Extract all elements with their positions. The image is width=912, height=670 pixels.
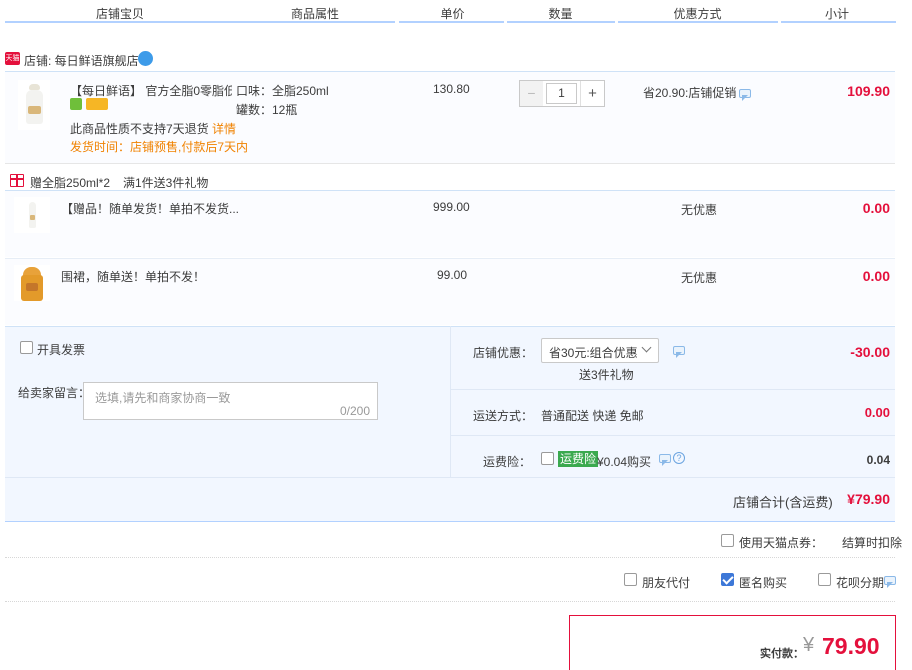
col-attributes: 商品属性 — [290, 7, 339, 21]
panel-divider — [451, 389, 895, 390]
shop-total-amount: ¥79.90 — [847, 491, 890, 507]
tmall-badge-icon: 天猫 — [5, 52, 20, 65]
row-divider — [5, 601, 895, 602]
shop-name[interactable]: 店铺: 每日鲜语旗舰店 — [24, 52, 139, 69]
insurance-value: ¥0.04购买 — [597, 455, 652, 469]
header-underline — [507, 21, 615, 23]
header-underline — [5, 21, 395, 23]
gift-item-1-title[interactable]: 【赠品！随单发货！单拍不发货... — [61, 200, 239, 217]
message-counter: 0/200 — [339, 404, 370, 418]
anonymous-checkbox[interactable] — [721, 573, 734, 586]
huabei-label: 花呗分期 — [836, 576, 885, 590]
panel-divider — [450, 326, 451, 478]
qty-minus-button[interactable]: − — [520, 81, 543, 106]
return-notice: 此商品性质不支持7天退货 详情 — [70, 120, 236, 137]
service-badge-icon — [70, 98, 82, 110]
anonymous-label: 匿名购买 — [739, 576, 788, 590]
attr-count: 罐数：12瓶 — [236, 103, 298, 117]
main-item-price: 130.80 — [433, 82, 470, 96]
insurance-badge: 运费险 — [558, 451, 599, 467]
delivery-label: 运送方式： — [473, 409, 534, 423]
gift-item-2-discount: 无优惠 — [681, 271, 718, 285]
header-underline — [781, 21, 896, 23]
main-item-thumbnail[interactable] — [18, 80, 50, 130]
gift-item-2-subtotal: 0.00 — [862, 268, 890, 284]
shop-discount-label: 店铺优惠： — [473, 346, 534, 360]
discount-info-icon[interactable] — [739, 89, 751, 101]
payment-currency: ¥ — [803, 634, 815, 656]
tmall-points-label: 使用天猫点券： — [739, 536, 824, 550]
main-item-subtotal: 109.90 — [847, 83, 890, 99]
gift-label: 赠全脂250ml*2 — [30, 176, 111, 190]
header-underline — [399, 21, 504, 23]
insurance-amount: 0.04 — [866, 453, 890, 467]
gift-item-1-subtotal: 0.00 — [862, 200, 890, 216]
qty-input[interactable]: 1 — [546, 83, 577, 104]
payment-amount: 79.90 — [822, 633, 880, 659]
friend-pay-checkbox[interactable] — [624, 573, 637, 586]
insurance-checkbox[interactable] — [541, 452, 554, 465]
delivery-value: 普通配送 快递 免邮 — [541, 409, 644, 423]
shop-discount-selected: 省30元:组合优惠 — [549, 346, 638, 360]
friend-pay-label: 朋友代付 — [642, 576, 691, 590]
row-divider — [5, 163, 895, 164]
gift-item-1-discount: 无优惠 — [681, 203, 718, 217]
col-discount: 优惠方式 — [673, 7, 722, 21]
ship-time: 发货时间：店铺预售,付款后7天内 — [70, 140, 249, 154]
shop-discount-sub: 送3件礼物 — [579, 368, 634, 382]
huabei-info-icon[interactable] — [884, 576, 896, 588]
gift-item-1-price: 999.00 — [433, 200, 470, 214]
shop-discount-amount: -30.00 — [850, 344, 890, 360]
gift-icon — [10, 174, 24, 187]
credit-card-icon — [86, 98, 108, 110]
chevron-down-icon — [641, 342, 652, 353]
gift-item-2-title[interactable]: 围裙，随单送！单拍不发！ — [61, 268, 205, 285]
return-notice-text: 此商品性质不支持7天退货 — [70, 122, 209, 136]
attr-flavor: 口味：全脂250ml — [236, 84, 329, 98]
details-link[interactable]: 详情 — [212, 122, 236, 136]
shop-discount-select[interactable]: 省30元:组合优惠 — [541, 338, 659, 363]
message-label: 给卖家留言： — [18, 386, 91, 400]
col-shop-item: 店铺宝贝 — [95, 7, 144, 21]
wangwang-chat-icon[interactable] — [138, 51, 153, 66]
gift-item-1-thumbnail[interactable] — [14, 197, 50, 233]
gift-item-2-thumbnail[interactable] — [14, 265, 50, 301]
huabei-checkbox[interactable] — [818, 573, 831, 586]
main-item-title[interactable]: 【每日鲜语】 官方全脂0零脂低... — [70, 82, 232, 99]
header-underline — [618, 21, 778, 23]
insurance-chat-icon[interactable] — [659, 454, 671, 466]
panel-divider — [451, 435, 895, 436]
invoice-label: 开具发票 — [37, 343, 86, 357]
payment-box: 实付款： ¥ 79.90 — [569, 615, 896, 670]
tmall-points-checkbox[interactable] — [721, 534, 734, 547]
delivery-amount: 0.00 — [864, 405, 890, 420]
message-placeholder: 选填,请先和商家协商一致 — [95, 391, 231, 405]
insurance-label: 运费险： — [483, 455, 532, 469]
col-quantity: 数量 — [548, 7, 573, 21]
panel-divider — [5, 477, 895, 478]
tmall-points-note: 结算时扣除 — [842, 536, 903, 550]
gift-rule: 满1件送3件礼物 — [123, 176, 209, 190]
col-subtotal: 小计 — [824, 7, 849, 21]
invoice-checkbox[interactable] — [20, 341, 33, 354]
help-icon[interactable]: ? — [673, 452, 685, 464]
discount-chat-icon[interactable] — [673, 346, 685, 358]
gift-item-2-price: 99.00 — [437, 268, 468, 282]
main-item-discount: 省20.90:店铺促销 — [643, 86, 737, 100]
message-textarea[interactable]: 选填,请先和商家协商一致 0/200 — [83, 382, 378, 420]
qty-plus-button[interactable]: + — [580, 81, 604, 106]
col-unit-price: 单价 — [440, 7, 465, 21]
payment-label: 实付款： — [760, 648, 804, 660]
row-divider — [5, 557, 895, 558]
